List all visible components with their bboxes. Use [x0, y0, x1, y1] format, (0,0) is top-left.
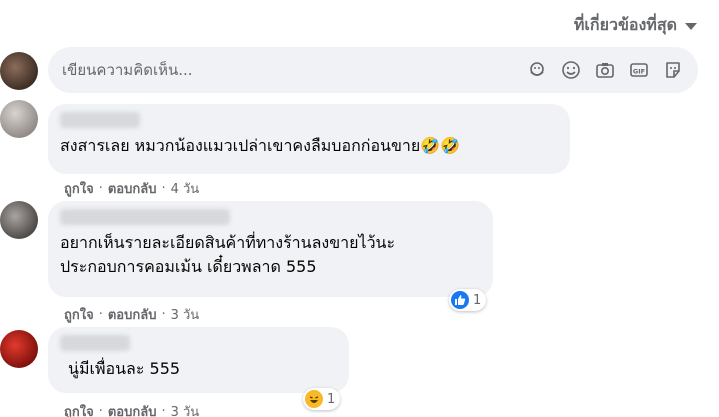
- separator-dot: ·: [161, 307, 166, 322]
- comment-sort-dropdown[interactable]: ที่เกี่ยวข้องที่สุด: [574, 13, 697, 38]
- comment-bubble: อยากเห็นรายละเอียดสินค้าที่ทางร้านลงขายไ…: [48, 201, 493, 297]
- reply-link[interactable]: ตอบกลับ: [108, 401, 157, 417]
- composer-toolbar: GIF: [526, 59, 684, 81]
- reaction-count: 1: [327, 391, 336, 407]
- comment-bubble: สงสารเลย หมวกน้องแมวเปล่าเขาคงลืมบอกก่อน…: [48, 104, 570, 174]
- reply-link[interactable]: ตอบกลับ: [108, 304, 157, 325]
- comment-text: นู่มีเพื่อนละ 555: [68, 359, 181, 378]
- like-link[interactable]: ถูกใจ: [64, 178, 94, 199]
- comment-actions: ถูกใจ · ตอบกลับ · 3 วัน: [64, 401, 199, 417]
- like-reaction-icon: [451, 291, 469, 309]
- like-link[interactable]: ถูกใจ: [64, 401, 94, 417]
- caret-down-icon: [685, 23, 697, 30]
- comment-actions: ถูกใจ · ตอบกลับ · 4 วัน: [64, 178, 199, 199]
- separator-dot: ·: [98, 404, 103, 417]
- like-link[interactable]: ถูกใจ: [64, 304, 94, 325]
- reaction-summary[interactable]: 1: [449, 289, 487, 311]
- comment-timestamp[interactable]: 4 วัน: [171, 178, 200, 199]
- separator-dot: ·: [161, 404, 166, 417]
- sticker-icon[interactable]: [662, 59, 684, 81]
- comment-text: อยากเห็นรายละเอียดสินค้าที่ทางร้านลงขายไ…: [60, 233, 396, 276]
- separator-dot: ·: [98, 307, 103, 322]
- comment-composer: GIF: [48, 47, 698, 93]
- comment-timestamp[interactable]: 3 วัน: [171, 304, 200, 325]
- svg-text:GIF: GIF: [633, 68, 645, 76]
- emoji-icon[interactable]: [560, 59, 582, 81]
- commenter-avatar[interactable]: [0, 330, 38, 368]
- sort-label: ที่เกี่ยวข้องที่สุด: [573, 15, 677, 34]
- comment-input[interactable]: [62, 61, 526, 79]
- comment-timestamp[interactable]: 3 วัน: [171, 401, 200, 417]
- reaction-count: 1: [473, 292, 482, 308]
- separator-dot: ·: [98, 181, 103, 196]
- current-user-avatar[interactable]: [0, 52, 38, 90]
- commenter-avatar[interactable]: [0, 100, 38, 138]
- comment-actions: ถูกใจ · ตอบกลับ · 3 วัน: [64, 304, 199, 325]
- camera-icon[interactable]: [594, 59, 616, 81]
- reply-link[interactable]: ตอบกลับ: [108, 178, 157, 199]
- reaction-summary[interactable]: 1: [303, 388, 341, 410]
- comment-author-name[interactable]: [60, 112, 140, 128]
- comment-bubble: นู่มีเพื่อนละ 555: [48, 327, 349, 393]
- separator-dot: ·: [161, 181, 166, 196]
- gif-icon[interactable]: GIF: [628, 59, 650, 81]
- comment-author-name[interactable]: [60, 209, 230, 225]
- comment-text: สงสารเลย หมวกน้องแมวเปล่าเขาคงลืมบอกก่อน…: [60, 136, 461, 155]
- commenter-avatar[interactable]: [0, 201, 38, 239]
- avatar-sticker-icon[interactable]: [526, 59, 548, 81]
- haha-reaction-icon: [305, 390, 323, 408]
- comment-author-name[interactable]: [60, 335, 130, 351]
